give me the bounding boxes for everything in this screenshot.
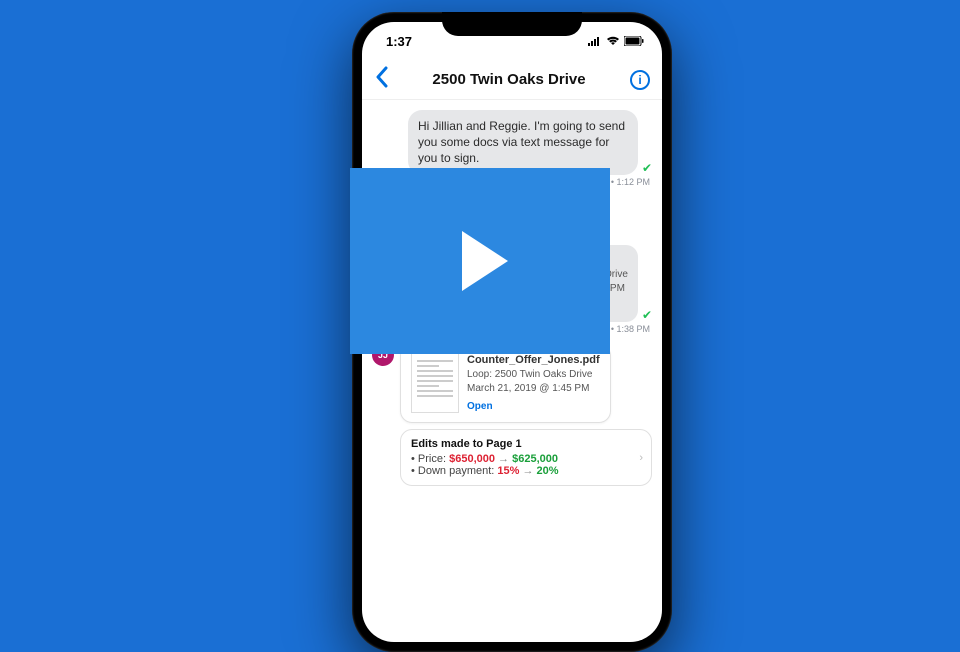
signal-icon: [588, 36, 602, 46]
document-loop: Loop: 2500 Twin Oaks Drive: [467, 368, 600, 382]
edits-title: Edits made to Page 1: [411, 438, 641, 450]
edit-line-price: • Price: $650,000 → $625,000: [411, 453, 641, 465]
edit-down-new: 20%: [537, 465, 559, 477]
play-icon: [462, 231, 508, 291]
check-icon: ✔: [642, 308, 652, 322]
sent-bubble: Hi Jillian and Reggie. I'm going to send…: [408, 110, 638, 175]
document-open-link[interactable]: Open: [467, 400, 600, 414]
video-play-button[interactable]: [350, 168, 610, 354]
document-info: Counter_Offer_Jones.pdf Loop: 2500 Twin …: [467, 353, 600, 414]
chevron-left-icon: [374, 66, 388, 88]
arrow-icon: →: [495, 453, 512, 465]
message-received-doc: JJ Counter_Offer_Jones.pdf Loop: 2500 Tw…: [372, 344, 652, 423]
edits-card[interactable]: Edits made to Page 1 • Price: $650,000 →…: [400, 429, 652, 486]
check-icon: ✔: [642, 161, 652, 175]
battery-icon: [624, 36, 644, 46]
edit-price-new: $625,000: [512, 453, 558, 465]
document-thumbnail-icon: [411, 353, 459, 413]
phone-notch: [442, 12, 582, 36]
document-title: Counter_Offer_Jones.pdf: [467, 353, 600, 368]
status-time: 1:37: [386, 34, 412, 49]
document-date: March 21, 2019 @ 1:45 PM: [467, 382, 600, 396]
message-sent: Hi Jillian and Reggie. I'm going to send…: [372, 110, 652, 175]
chevron-right-icon: ›: [639, 452, 643, 464]
page-title: 2500 Twin Oaks Drive: [432, 71, 585, 88]
wifi-icon: [606, 36, 620, 46]
status-icons: [588, 36, 644, 46]
edit-down-old: 15%: [497, 465, 519, 477]
edit-line-down: • Down payment: 15% → 20%: [411, 465, 641, 477]
edit-price-label: • Price:: [411, 453, 449, 465]
back-button[interactable]: [374, 66, 388, 93]
edit-down-label: • Down payment:: [411, 465, 497, 477]
arrow-icon: →: [519, 465, 536, 477]
info-icon: i: [638, 73, 641, 87]
nav-bar: 2500 Twin Oaks Drive i: [362, 60, 662, 100]
edit-price-old: $650,000: [449, 453, 495, 465]
document-card[interactable]: Counter_Offer_Jones.pdf Loop: 2500 Twin …: [400, 344, 611, 423]
info-button[interactable]: i: [630, 70, 650, 90]
